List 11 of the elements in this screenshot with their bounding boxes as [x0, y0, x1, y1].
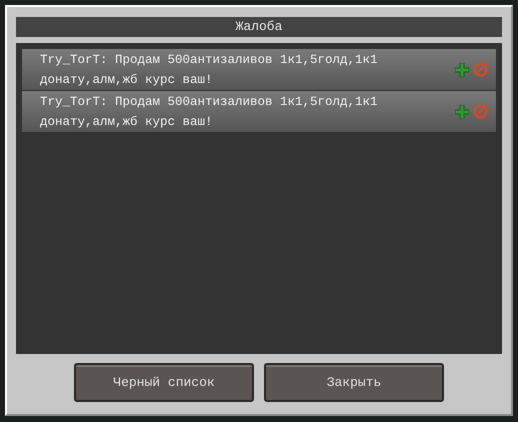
plus-icon[interactable] [455, 62, 469, 76]
plus-icon[interactable] [455, 104, 469, 118]
message-text: Try_TorT: Продам 500антизаливов 1к1,5голд,1к1 донату,алм,жб курс ваш! [40, 94, 379, 130]
block-icon[interactable] [473, 62, 488, 77]
dialog-title: Жалоба [16, 17, 502, 37]
message-text: Try_TorT: Продам 500антизаливов 1к1,5голд,1к1 донату,алм,жб курс ваш! [40, 52, 379, 88]
message-row[interactable]: Try_TorT: Продам 500антизаливов 1к1,5голд,1к1 донату,алм,жб курс ваш! [22, 91, 496, 132]
dialog-button[interactable]: Черный список [74, 363, 254, 402]
block-icon[interactable] [473, 104, 488, 119]
message-row[interactable]: Try_TorT: Продам 500антизаливов 1к1,5голд,1к1 донату,алм,жб курс ваш! [22, 49, 496, 90]
dialog-button[interactable]: Закрыть [264, 363, 444, 402]
